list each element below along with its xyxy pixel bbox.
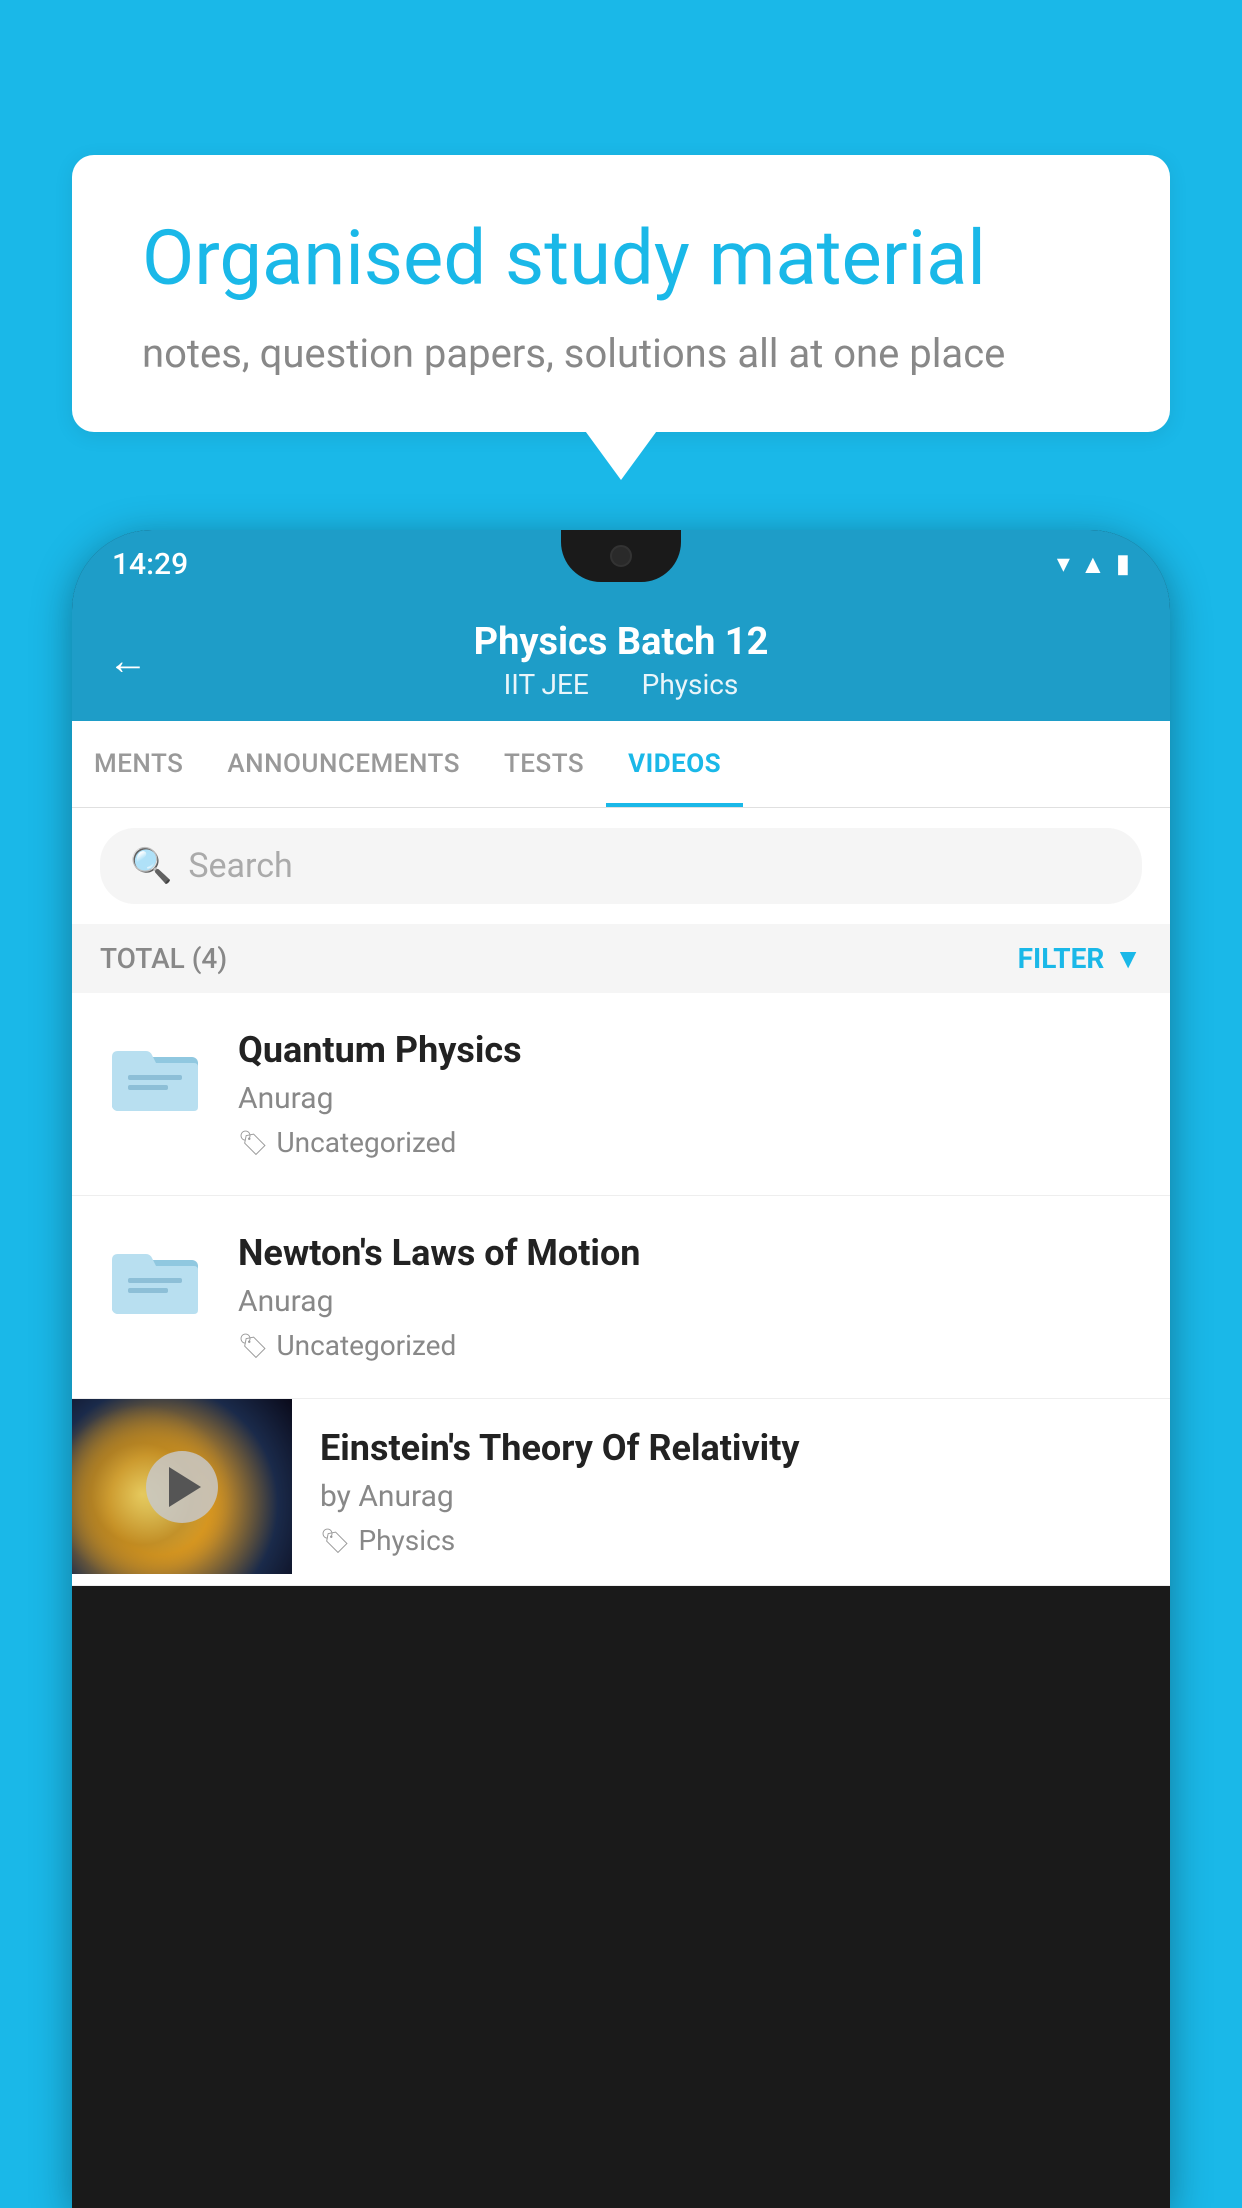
video-info-newton: Newton's Laws of Motion Anurag 🏷 Uncateg…: [238, 1232, 1142, 1362]
subtitle-sep: [612, 668, 626, 701]
app-header: ← Physics Batch 12 IIT JEE Physics: [72, 598, 1170, 721]
status-bar: 14:29 ▾ ▲ ▮: [72, 530, 1170, 598]
video-tag: 🏷 Uncategorized: [238, 1329, 1142, 1362]
speech-bubble-container: Organised study material notes, question…: [72, 155, 1170, 432]
search-bar[interactable]: 🔍 Search: [100, 828, 1142, 904]
play-triangle-icon: [169, 1467, 201, 1507]
video-title: Einstein's Theory Of Relativity: [320, 1427, 1142, 1469]
header-title-section: Physics Batch 12 IIT JEE Physics: [474, 620, 769, 701]
tag-icon: 🏷: [238, 1332, 268, 1360]
wifi-icon: ▾: [1057, 549, 1070, 579]
video-author: by Anurag: [320, 1479, 1142, 1514]
header-title: Physics Batch 12: [474, 620, 769, 664]
video-thumbnail-einstein: [72, 1399, 292, 1574]
video-title: Quantum Physics: [238, 1029, 1142, 1071]
tag-icon: 🏷: [238, 1129, 268, 1157]
speech-bubble-subtext: notes, question papers, solutions all at…: [142, 330, 1100, 377]
back-button[interactable]: ←: [108, 637, 148, 684]
status-icons: ▾ ▲ ▮: [1057, 549, 1130, 580]
video-author: Anurag: [238, 1081, 1142, 1116]
list-item[interactable]: Newton's Laws of Motion Anurag 🏷 Uncateg…: [72, 1196, 1170, 1399]
tab-tests[interactable]: TESTS: [482, 721, 606, 807]
speech-bubble: Organised study material notes, question…: [72, 155, 1170, 432]
video-tag: 🏷 Physics: [320, 1524, 1142, 1557]
filter-bar: TOTAL (4) FILTER ▼: [72, 924, 1170, 993]
camera: [610, 545, 632, 567]
total-count: TOTAL (4): [100, 942, 227, 975]
tab-ments[interactable]: MENTS: [72, 721, 205, 807]
notch: [561, 530, 681, 582]
search-placeholder: Search: [188, 846, 292, 886]
filter-label: FILTER: [1018, 942, 1105, 975]
list-item[interactable]: Einstein's Theory Of Relativity by Anura…: [72, 1399, 1170, 1586]
list-item[interactable]: Quantum Physics Anurag 🏷 Uncategorized: [72, 993, 1170, 1196]
subtitle-physics: Physics: [642, 668, 739, 701]
video-tag: 🏷 Uncategorized: [238, 1126, 1142, 1159]
play-button[interactable]: [146, 1451, 218, 1523]
tag-icon: 🏷: [320, 1527, 350, 1555]
video-list: Quantum Physics Anurag 🏷 Uncategorized: [72, 993, 1170, 1586]
video-title: Newton's Laws of Motion: [238, 1232, 1142, 1274]
video-info-quantum: Quantum Physics Anurag 🏷 Uncategorized: [238, 1029, 1142, 1159]
tab-videos[interactable]: VIDEOS: [606, 721, 743, 807]
speech-bubble-heading: Organised study material: [142, 215, 1100, 302]
search-container: 🔍 Search: [72, 808, 1170, 924]
folder-icon-quantum: [100, 1029, 210, 1119]
tab-bar: MENTS ANNOUNCEMENTS TESTS VIDEOS: [72, 721, 1170, 808]
battery-icon: ▮: [1116, 549, 1130, 579]
search-icon: 🔍: [130, 846, 172, 886]
signal-icon: ▲: [1080, 549, 1106, 580]
folder-icon-newton: [100, 1232, 210, 1322]
phone-frame: 14:29 ▾ ▲ ▮ ← Physics Batch 12 IIT JEE P…: [72, 530, 1170, 2208]
subtitle-iit: IIT JEE: [504, 668, 589, 701]
tab-announcements[interactable]: ANNOUNCEMENTS: [205, 721, 482, 807]
status-time: 14:29: [112, 547, 188, 582]
filter-button[interactable]: FILTER ▼: [1018, 942, 1142, 975]
header-subtitle: IIT JEE Physics: [474, 668, 769, 701]
video-info-einstein: Einstein's Theory Of Relativity by Anura…: [320, 1399, 1142, 1585]
filter-funnel-icon: ▼: [1114, 942, 1142, 975]
video-author: Anurag: [238, 1284, 1142, 1319]
